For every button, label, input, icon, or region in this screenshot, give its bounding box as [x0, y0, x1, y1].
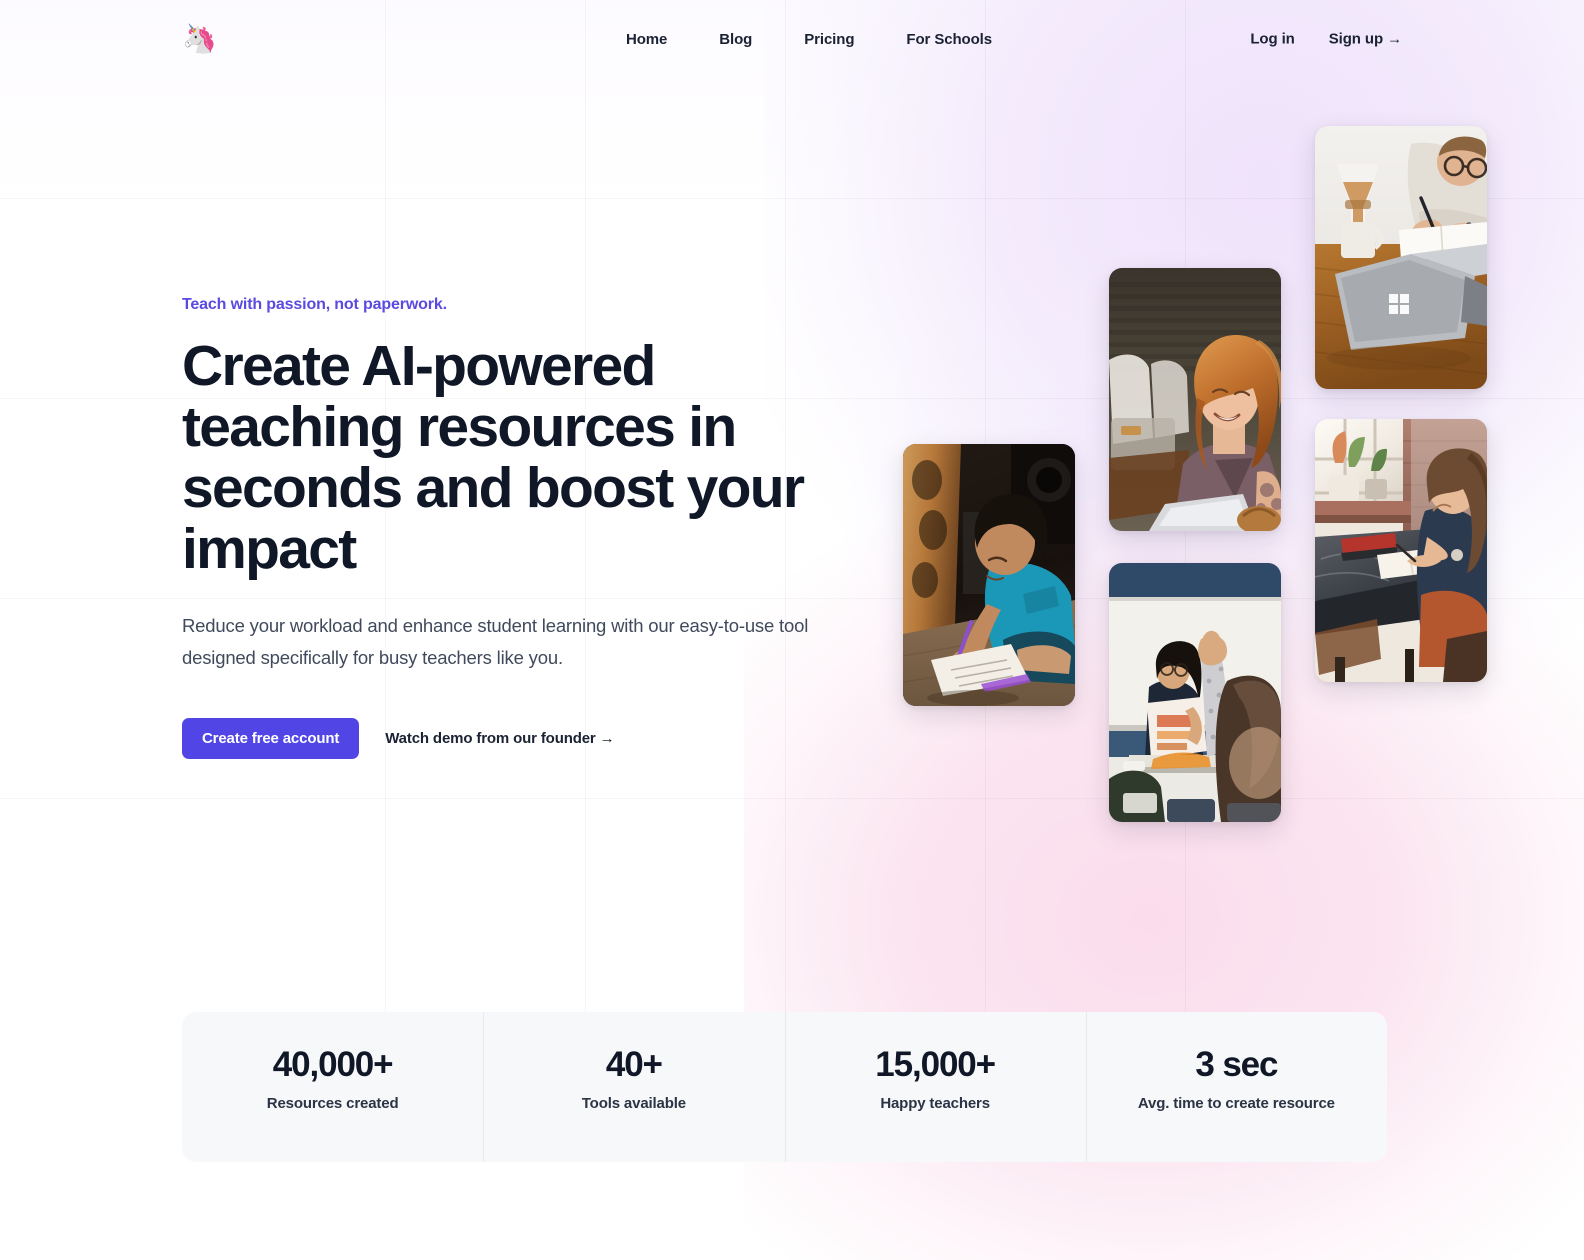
site-header: 🦄 Home Blog Pricing For Schools Log in S… [0, 0, 1584, 78]
photo-child-drawing-on-floor[interactable] [903, 444, 1075, 706]
stat-label: Tools available [581, 1094, 686, 1112]
unicorn-logo-icon[interactable]: 🦄 [182, 22, 217, 56]
hero-cta-row: Create free account Watch demo from our … [182, 717, 882, 759]
stats-bar: 40,000+ Resources created 40+ Tools avai… [182, 1012, 1387, 1162]
hero-subtitle: Reduce your workload and enhance student… [182, 614, 809, 668]
nav-item-blog[interactable]: Blog [719, 31, 752, 48]
create-free-account-button[interactable]: Create free account [182, 717, 360, 759]
grid-line-vertical [1185, 0, 1186, 1105]
stat-value: 15,000+ [875, 1045, 996, 1084]
photo-man-writing-at-desk[interactable] [1315, 126, 1487, 389]
watch-demo-button[interactable]: Watch demo from our founder → [385, 730, 614, 747]
hero-section: Teach with passion, not paperwork. Creat… [182, 296, 882, 759]
nav-item-for-schools[interactable]: For Schools [906, 31, 992, 48]
page-title: Create AI-powered teaching resources in … [182, 334, 805, 581]
photo-child-drawing-on-floor-image [903, 444, 1075, 706]
nav-item-pricing[interactable]: Pricing [804, 31, 854, 48]
signup-link[interactable]: Sign up → [1329, 31, 1402, 48]
stat-label: Happy teachers [880, 1094, 990, 1112]
photo-woman-studying-by-window-image [1315, 419, 1487, 682]
stat-label: Avg. time to create resource [1137, 1094, 1335, 1112]
photo-woman-smiling-at-laptop-image [1109, 268, 1281, 531]
stat-happy-teachers: 15,000+ Happy teachers [784, 1012, 1086, 1162]
photo-woman-studying-by-window[interactable] [1315, 419, 1487, 682]
stat-resources-created: 40,000+ Resources created [182, 1012, 483, 1162]
stat-value: 3 sec [1195, 1045, 1278, 1084]
photo-classroom-raised-hand[interactable] [1109, 563, 1281, 822]
hero-eyebrow: Teach with passion, not paperwork. [182, 296, 447, 313]
primary-nav: Home Blog Pricing For Schools [626, 31, 992, 48]
stat-value: 40+ [605, 1045, 663, 1084]
photo-classroom-raised-hand-image [1109, 563, 1281, 822]
login-link[interactable]: Log in [1250, 31, 1294, 48]
stat-avg-time-to-create: 3 sec Avg. time to create resource [1085, 1012, 1387, 1162]
stat-tools-available: 40+ Tools available [483, 1012, 784, 1162]
stat-value: 40,000+ [272, 1045, 394, 1084]
photo-man-writing-at-desk-image [1315, 126, 1487, 389]
stat-label: Resources created [266, 1094, 399, 1112]
nav-item-home[interactable]: Home [626, 31, 667, 48]
photo-woman-smiling-at-laptop[interactable] [1109, 268, 1281, 531]
header-actions: Log in Sign up → [1250, 31, 1402, 48]
grid-line-horizontal [0, 798, 1584, 799]
